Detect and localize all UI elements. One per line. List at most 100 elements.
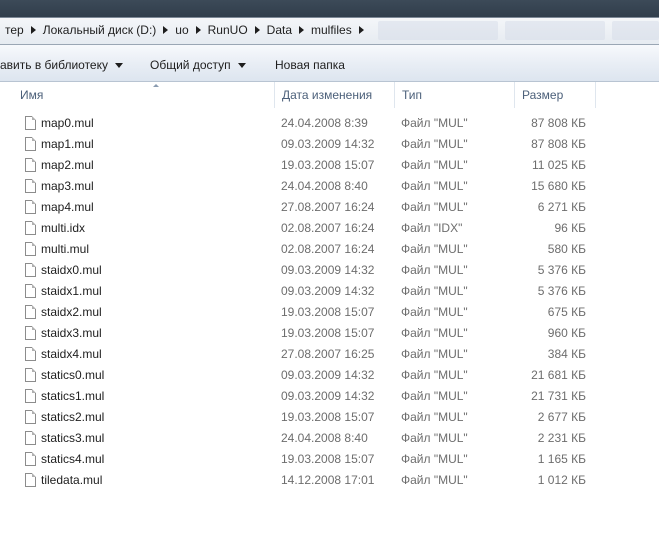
breadcrumb-separator-icon[interactable] — [358, 26, 364, 34]
address-ghost-overlay — [612, 21, 659, 40]
window-title-bar: тер Локальный диск (D:) uo RunUO Data mu… — [0, 0, 659, 45]
file-row[interactable]: map1.mul 09.03.2009 14:32 Файл "MUL" 87 … — [0, 134, 659, 155]
file-name: tiledata.mul — [41, 473, 103, 487]
file-icon — [25, 452, 36, 466]
breadcrumb-separator-icon[interactable] — [195, 26, 201, 34]
file-date: 09.03.2009 14:32 — [281, 389, 375, 403]
file-date: 19.03.2008 15:07 — [281, 326, 375, 340]
column-header-type[interactable]: Тип — [395, 82, 514, 108]
file-name: staidx3.mul — [41, 326, 102, 340]
file-row[interactable]: staidx1.mul 09.03.2009 14:32 Файл "MUL" … — [0, 281, 659, 302]
file-type: Файл "MUL" — [401, 137, 468, 151]
breadcrumb-item-data[interactable]: Data — [262, 23, 297, 37]
file-date: 27.08.2007 16:25 — [281, 347, 375, 361]
address-bar[interactable]: тер Локальный диск (D:) uo RunUO Data mu… — [0, 17, 659, 45]
column-header-date[interactable]: Дата изменения — [275, 82, 394, 108]
file-icon — [25, 284, 36, 298]
file-name: staidx1.mul — [41, 284, 102, 298]
file-date: 09.03.2009 14:32 — [281, 368, 375, 382]
file-icon — [25, 368, 36, 382]
breadcrumb-separator-icon[interactable] — [30, 26, 36, 34]
file-size: 5 376 КБ — [537, 263, 586, 277]
column-header-name[interactable]: Имя — [13, 82, 274, 108]
file-row[interactable]: staidx2.mul 19.03.2008 15:07 Файл "MUL" … — [0, 302, 659, 323]
breadcrumb-item-mulfiles[interactable]: mulfiles — [306, 23, 357, 37]
file-name: map3.mul — [41, 179, 94, 193]
file-row[interactable]: map0.mul 24.04.2008 8:39 Файл "MUL" 87 8… — [0, 113, 659, 134]
file-row[interactable]: staidx4.mul 27.08.2007 16:25 Файл "MUL" … — [0, 344, 659, 365]
file-type: Файл "MUL" — [401, 158, 468, 172]
file-name: map4.mul — [41, 200, 94, 214]
file-type: Файл "MUL" — [401, 473, 468, 487]
file-type: Файл "MUL" — [401, 389, 468, 403]
file-type: Файл "MUL" — [401, 305, 468, 319]
file-date: 24.04.2008 8:39 — [281, 116, 368, 130]
new-folder-button[interactable]: Новая папка — [275, 58, 345, 72]
file-name: staidx2.mul — [41, 305, 102, 319]
column-header-size[interactable]: Размер — [515, 82, 595, 108]
file-size: 21 681 КБ — [531, 368, 586, 382]
file-name: staidx0.mul — [41, 263, 102, 277]
add-to-library-button[interactable]: авить в библиотеку — [0, 58, 123, 72]
breadcrumb-item-computer[interactable]: тер — [0, 23, 29, 37]
file-name: statics1.mul — [41, 389, 105, 403]
file-type: Файл "IDX" — [401, 221, 463, 235]
file-type: Файл "MUL" — [401, 431, 468, 445]
add-to-library-label: авить в библиотеку — [0, 58, 108, 72]
file-size: 1 012 КБ — [537, 473, 586, 487]
file-type: Файл "MUL" — [401, 284, 468, 298]
file-date: 02.08.2007 16:24 — [281, 242, 375, 256]
share-label: Общий доступ — [150, 58, 231, 72]
file-size: 15 680 КБ — [531, 179, 586, 193]
file-date: 24.04.2008 8:40 — [281, 431, 368, 445]
file-row[interactable]: staidx3.mul 19.03.2008 15:07 Файл "MUL" … — [0, 323, 659, 344]
column-header-row: Имя Дата изменения Тип Размер — [0, 82, 659, 108]
file-icon — [25, 431, 36, 445]
file-icon — [25, 347, 36, 361]
file-type: Файл "MUL" — [401, 242, 468, 256]
file-name: statics0.mul — [41, 368, 105, 382]
breadcrumb-separator-icon[interactable] — [299, 26, 305, 34]
file-row[interactable]: multi.mul 02.08.2007 16:24 Файл "MUL" 58… — [0, 239, 659, 260]
column-header-date-label: Дата изменения — [282, 88, 373, 102]
file-row[interactable]: statics2.mul 19.03.2008 15:07 Файл "MUL"… — [0, 407, 659, 428]
file-name: statics2.mul — [41, 410, 105, 424]
file-icon — [25, 305, 36, 319]
file-size: 6 271 КБ — [537, 200, 586, 214]
chevron-down-icon — [115, 62, 123, 68]
file-type: Файл "MUL" — [401, 179, 468, 193]
file-row[interactable]: map3.mul 24.04.2008 8:40 Файл "MUL" 15 6… — [0, 176, 659, 197]
file-row[interactable]: tiledata.mul 14.12.2008 17:01 Файл "MUL"… — [0, 470, 659, 491]
file-icon — [25, 137, 36, 151]
share-button[interactable]: Общий доступ — [150, 58, 246, 72]
file-size: 87 808 КБ — [531, 137, 586, 151]
file-row[interactable]: statics1.mul 09.03.2009 14:32 Файл "MUL"… — [0, 386, 659, 407]
file-row[interactable]: map4.mul 27.08.2007 16:24 Файл "MUL" 6 2… — [0, 197, 659, 218]
sort-ascending-icon — [153, 84, 159, 87]
file-row[interactable]: multi.idx 02.08.2007 16:24 Файл "IDX" 96… — [0, 218, 659, 239]
file-size: 960 КБ — [547, 326, 586, 340]
file-row[interactable]: staidx0.mul 09.03.2009 14:32 Файл "MUL" … — [0, 260, 659, 281]
column-header-name-label: Имя — [20, 88, 44, 102]
file-icon — [25, 473, 36, 487]
breadcrumb-separator-icon[interactable] — [163, 26, 169, 34]
file-row[interactable]: map2.mul 19.03.2008 15:07 Файл "MUL" 11 … — [0, 155, 659, 176]
breadcrumb-item-runuo[interactable]: RunUO — [203, 23, 253, 37]
file-type: Файл "MUL" — [401, 368, 468, 382]
file-row[interactable]: statics4.mul 19.03.2008 15:07 Файл "MUL"… — [0, 449, 659, 470]
column-divider[interactable] — [595, 82, 596, 108]
file-icon — [25, 221, 36, 235]
file-size: 5 376 КБ — [537, 284, 586, 298]
file-icon — [25, 179, 36, 193]
command-toolbar: авить в библиотеку Общий доступ Новая па… — [0, 45, 659, 82]
breadcrumb-separator-icon[interactable] — [254, 26, 260, 34]
breadcrumb-item-local-disk[interactable]: Локальный диск (D:) — [38, 23, 162, 37]
file-icon — [25, 158, 36, 172]
file-date: 09.03.2009 14:32 — [281, 263, 375, 277]
address-ghost-overlay — [505, 21, 605, 40]
file-row[interactable]: statics3.mul 24.04.2008 8:40 Файл "MUL" … — [0, 428, 659, 449]
file-row[interactable]: statics0.mul 09.03.2009 14:32 Файл "MUL"… — [0, 365, 659, 386]
breadcrumb-item-uo[interactable]: uo — [170, 23, 193, 37]
file-size: 11 025 КБ — [531, 158, 586, 172]
file-size: 21 731 КБ — [531, 389, 586, 403]
